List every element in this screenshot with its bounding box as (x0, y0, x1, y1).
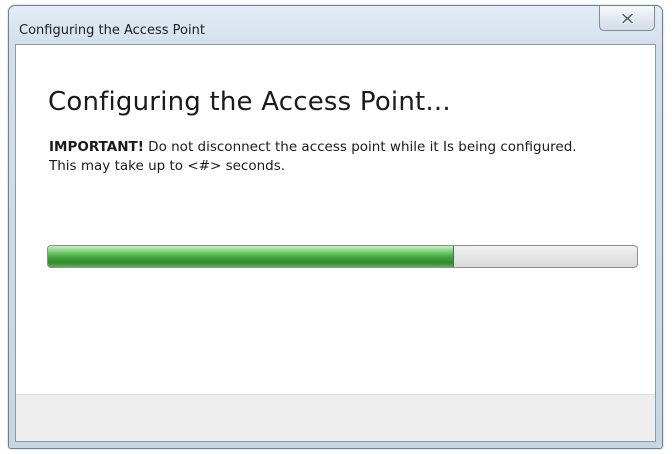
message-line-2: This may take up to <#> seconds. (49, 158, 286, 174)
dialog-window: Configuring the Access Point Configuring… (8, 5, 663, 449)
page-title: Configuring the Access Point... (48, 87, 451, 117)
window-title: Configuring the Access Point (19, 23, 205, 38)
important-label: IMPORTANT! (49, 139, 144, 155)
warning-message: IMPORTANT! Do not disconnect the access … (49, 138, 649, 176)
dialog-content: Configuring the Access Point... IMPORTAN… (15, 44, 656, 442)
progress-bar (47, 245, 638, 268)
message-line-1: Do not disconnect the access point while… (143, 139, 577, 155)
progress-bar-fill (48, 246, 455, 267)
title-bar[interactable]: Configuring the Access Point (9, 6, 662, 44)
close-button[interactable] (599, 6, 655, 31)
dialog-footer (16, 394, 655, 441)
close-icon (620, 12, 634, 24)
